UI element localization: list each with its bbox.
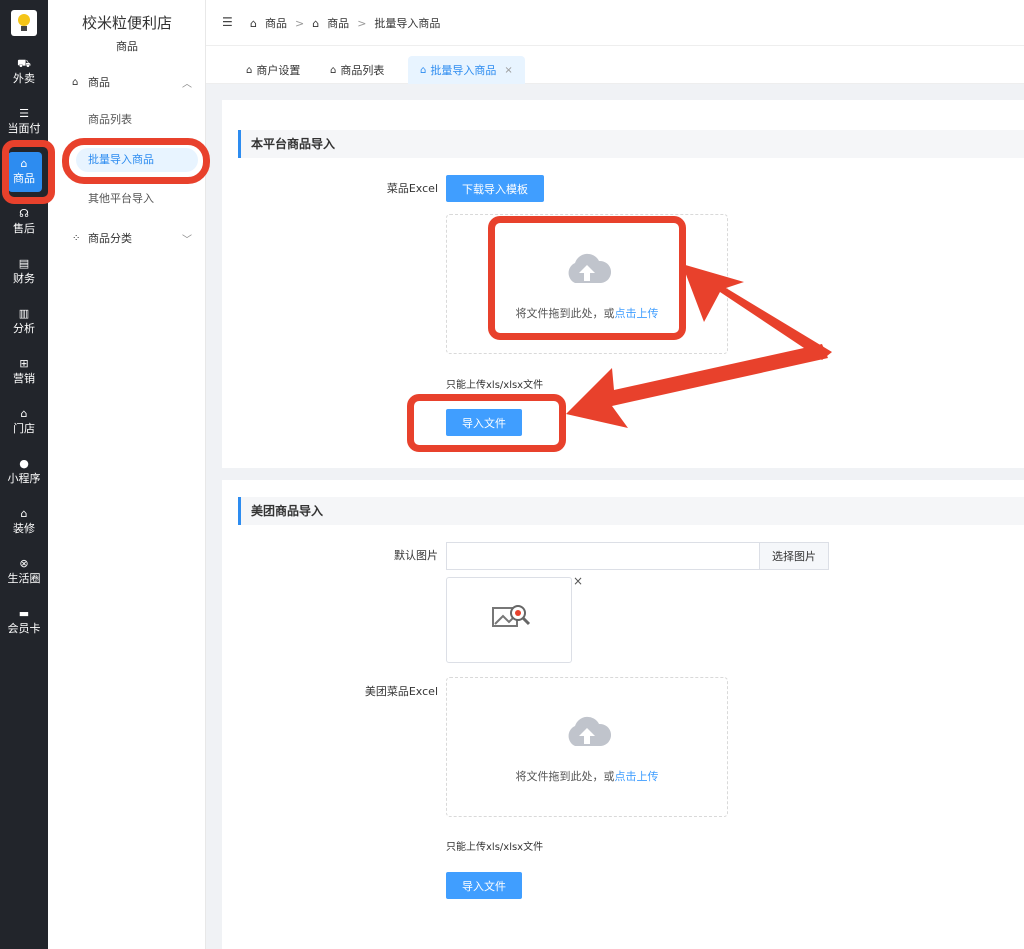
annotation-arrows bbox=[566, 264, 832, 428]
